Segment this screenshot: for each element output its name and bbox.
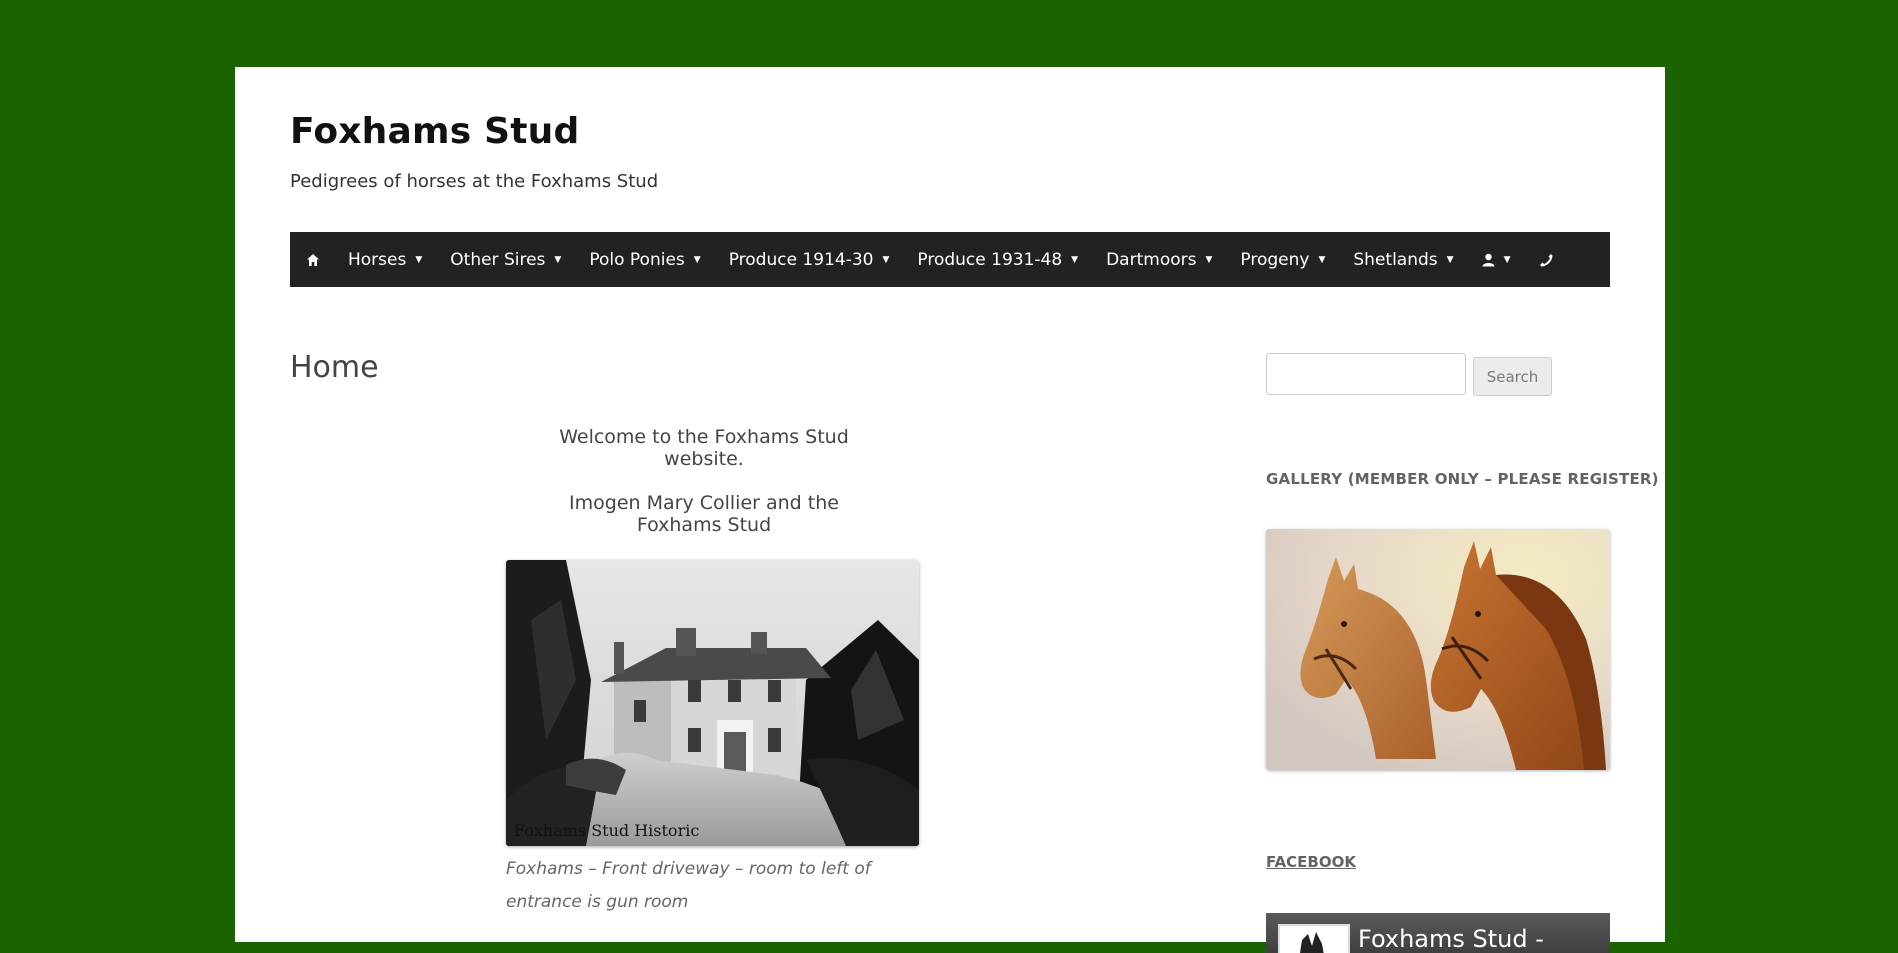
nav-item-label: Other Sires	[450, 249, 546, 270]
caret-down-icon: ▼	[693, 254, 701, 265]
nav-item-label: Polo Ponies	[589, 249, 685, 270]
nav-item-progeny[interactable]: Progeny ▼	[1226, 232, 1339, 287]
caret-down-icon: ▼	[1318, 254, 1326, 265]
horse-painting	[1266, 529, 1610, 770]
nav-item-label: Shetlands	[1353, 249, 1438, 270]
nav-item-label: Horses	[348, 249, 407, 270]
home-icon	[306, 253, 320, 267]
nav-item-other-sires[interactable]: Other Sires ▼	[436, 232, 575, 287]
gallery-image[interactable]	[1266, 529, 1610, 770]
nav-item-produce-1931-48[interactable]: Produce 1931-48 ▼	[903, 232, 1092, 287]
caret-down-icon: ▼	[554, 254, 562, 265]
nav-item-contact[interactable]	[1524, 232, 1567, 287]
nav-item-account[interactable]: ▼	[1468, 232, 1525, 287]
caret-down-icon: ▼	[1071, 254, 1079, 265]
caret-down-icon: ▼	[415, 254, 423, 265]
caret-down-icon: ▼	[1446, 254, 1454, 265]
house-photo[interactable]: Foxhams Stud Historic	[506, 560, 919, 846]
facebook-embed[interactable]: Foxhams Stud -	[1266, 913, 1610, 953]
facebook-widget-title[interactable]: FACEBOOK	[1266, 853, 1356, 871]
nav-item-produce-1914-30[interactable]: Produce 1914-30 ▼	[715, 232, 904, 287]
photo-caption: Foxhams – Front driveway – room to left …	[506, 859, 871, 912]
site-title[interactable]: Foxhams Stud	[290, 111, 579, 152]
nav-item-label: Produce 1914-30	[728, 249, 874, 270]
phone-icon	[1538, 252, 1553, 267]
caret-down-icon: ▼	[882, 254, 890, 265]
intro-subtitle: Imogen Mary Collier and the Foxhams Stud	[569, 492, 839, 536]
house-photo-image	[506, 560, 919, 846]
nav-item-polo-ponies[interactable]: Polo Ponies ▼	[575, 232, 714, 287]
welcome-text: Welcome to the Foxhams Stud website.	[559, 426, 849, 470]
facebook-page-name: Foxhams Stud -	[1358, 925, 1544, 953]
gallery-widget-title: GALLERY (MEMBER ONLY – PLEASE REGISTER)	[1266, 470, 1659, 488]
search-button[interactable]: Search	[1473, 357, 1552, 396]
photo-watermark: Foxhams Stud Historic	[514, 821, 700, 840]
page-title: Home	[290, 350, 379, 385]
nav-item-dartmoors[interactable]: Dartmoors ▼	[1092, 232, 1226, 287]
site-description: Pedigrees of horses at the Foxhams Stud	[290, 171, 659, 192]
nav-item-label: Dartmoors	[1106, 249, 1197, 270]
facebook-thumbnail	[1278, 924, 1350, 953]
main-navigation: Horses ▼ Other Sires ▼ Polo Ponies ▼ Pro…	[290, 232, 1610, 287]
nav-item-label: Produce 1931-48	[917, 249, 1063, 270]
nav-item-horses[interactable]: Horses ▼	[334, 232, 436, 287]
caret-down-icon: ▼	[1503, 254, 1511, 265]
page-container: Foxhams Stud Pedigrees of horses at the …	[235, 67, 1665, 953]
nav-home[interactable]	[290, 232, 334, 287]
nav-item-label: Progeny	[1240, 249, 1310, 270]
search-input[interactable]	[1266, 353, 1466, 395]
caret-down-icon: ▼	[1205, 254, 1213, 265]
user-icon	[1482, 253, 1495, 267]
nav-item-shetlands[interactable]: Shetlands ▼	[1339, 232, 1467, 287]
